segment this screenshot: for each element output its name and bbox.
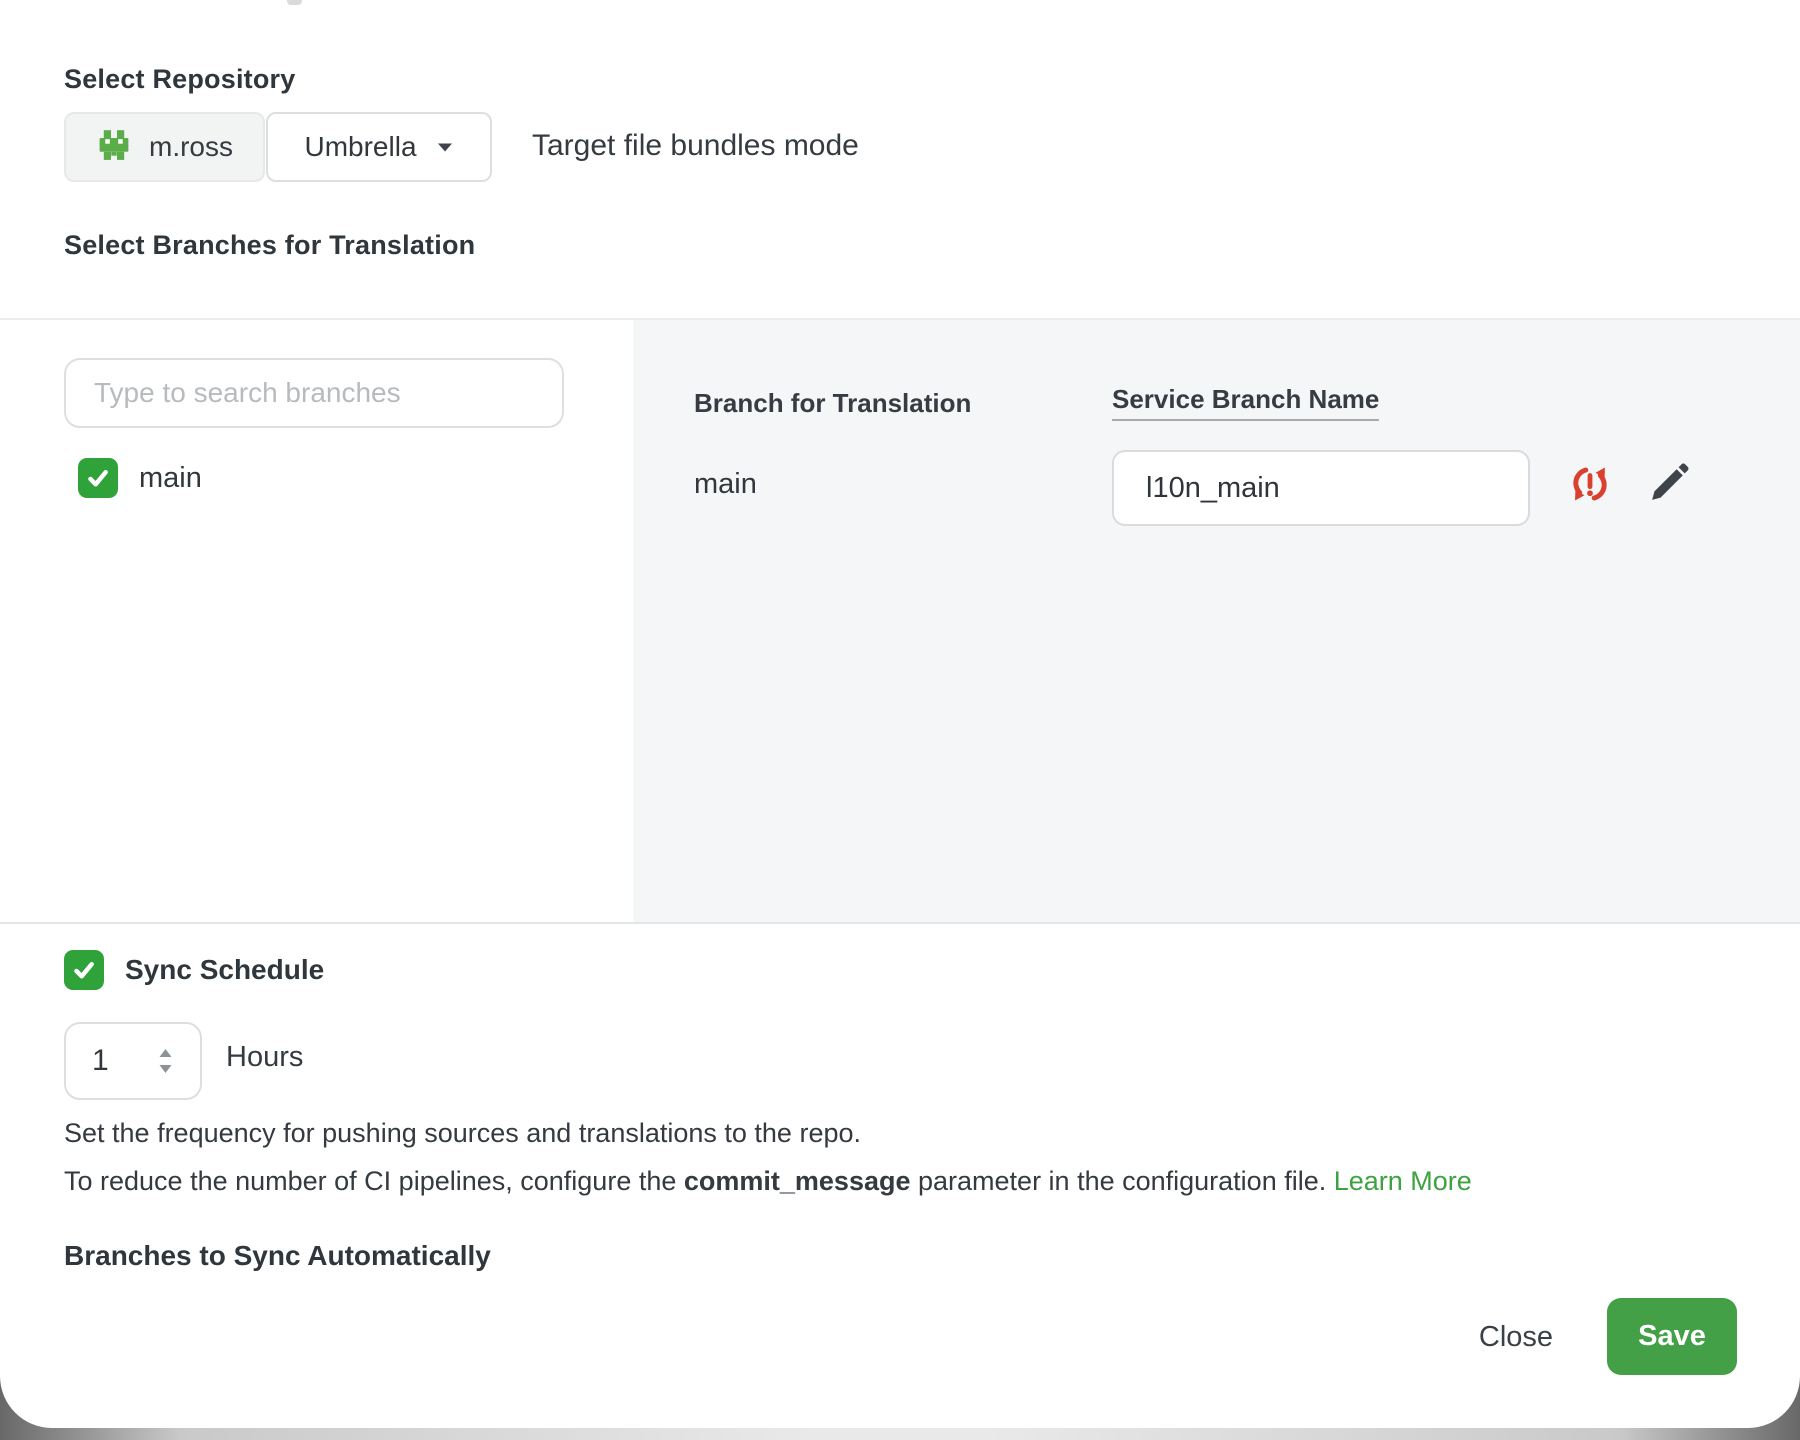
sync-interval-unit-label: Hours	[226, 1041, 303, 1074]
ci-pipelines-note: To reduce the number of CI pipelines, co…	[64, 1166, 1472, 1197]
branches-split-section: Branch for Translation Service Branch Na…	[0, 318, 1800, 924]
column-header-service-branch[interactable]: Service Branch Name	[1112, 384, 1379, 421]
branches-auto-heading-clip: Branches to Sync Automatically	[64, 1238, 491, 1272]
sync-schedule-label: Sync Schedule	[125, 954, 324, 986]
checkmark-icon	[70, 956, 98, 984]
sync-interval-stepper[interactable]: 1	[64, 1022, 202, 1100]
branch-list-item-main[interactable]: main	[78, 458, 202, 498]
ci-note-param: commit_message	[684, 1166, 911, 1196]
chevron-down-icon	[436, 142, 454, 153]
select-repository-heading: Select Repository	[64, 64, 295, 95]
frequency-note: Set the frequency for pushing sources an…	[64, 1118, 861, 1149]
repository-button-label: m.ross	[149, 131, 233, 163]
select-branches-heading: Select Branches for Translation	[64, 230, 475, 261]
branch-checkbox-label: main	[139, 462, 202, 495]
ci-note-suffix: parameter in the configuration file.	[911, 1166, 1334, 1196]
branch-mode-dropdown-value: Umbrella	[304, 131, 416, 163]
repo-avatar-icon	[96, 129, 132, 165]
column-header-branch: Branch for Translation	[694, 388, 971, 419]
target-mode-label: Target file bundles mode	[532, 129, 859, 163]
sync-schedule-checkbox[interactable]	[64, 950, 104, 990]
close-button[interactable]: Close	[1446, 1300, 1586, 1374]
repo-sync-settings-modal: Select Repository m.ross Umbrella	[0, 0, 1800, 1428]
branch-checkbox[interactable]	[78, 458, 118, 498]
repository-button[interactable]: m.ross	[64, 112, 265, 182]
scrolled-content-remnant	[287, 0, 302, 5]
edit-pencil-icon[interactable]	[1645, 459, 1693, 507]
checkmark-icon	[84, 464, 112, 492]
service-branch-panel: Branch for Translation Service Branch Na…	[633, 320, 1800, 922]
service-branch-name-input[interactable]	[1112, 450, 1530, 526]
branch-search-input[interactable]	[64, 358, 564, 428]
sync-error-icon[interactable]	[1566, 460, 1614, 508]
up-down-arrows-icon[interactable]	[157, 1047, 174, 1075]
branches-auto-heading: Branches to Sync Automatically	[64, 1238, 491, 1272]
sync-schedule-toggle[interactable]: Sync Schedule	[64, 950, 324, 990]
branch-mode-dropdown[interactable]: Umbrella	[266, 112, 492, 182]
save-button[interactable]: Save	[1607, 1298, 1737, 1375]
ci-note-prefix: To reduce the number of CI pipelines, co…	[64, 1166, 684, 1196]
sync-interval-value: 1	[92, 1044, 109, 1078]
learn-more-link[interactable]: Learn More	[1334, 1166, 1472, 1196]
table-row-branch-name: main	[694, 468, 757, 501]
